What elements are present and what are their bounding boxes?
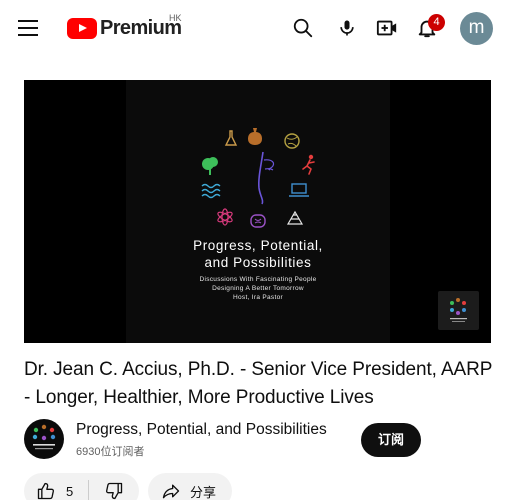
thumbs-down-icon <box>105 482 123 500</box>
menu-icon[interactable] <box>14 14 42 42</box>
subscriber-count: 6930位订阅者 <box>76 446 145 458</box>
thumbs-up-icon <box>37 482 55 500</box>
youtube-premium-logo[interactable]: Premium <box>67 16 182 40</box>
like-count: 5 <box>66 483 74 499</box>
channel-name[interactable]: Progress, Potential, and Possibilities <box>76 421 327 439</box>
video-player[interactable]: Progress, Potential, and Possibilities D… <box>24 80 491 343</box>
youtube-play-logo-icon <box>67 17 97 39</box>
video-thumbnail: Progress, Potential, and Possibilities D… <box>126 80 390 343</box>
top-bar: Premium HK 4 m <box>0 0 515 56</box>
thumbnail-host-line: Host, Ira Pastor <box>233 294 283 301</box>
search-icon[interactable] <box>289 14 317 42</box>
account-avatar[interactable]: m <box>460 12 493 45</box>
like-button[interactable]: 5 <box>24 473 88 500</box>
thumbnail-artwork <box>201 128 315 228</box>
share-icon <box>162 484 180 499</box>
channel-avatar[interactable] <box>24 419 64 459</box>
subscribe-button[interactable]: 订阅 <box>361 423 421 457</box>
like-dislike-group: 5 <box>24 473 139 500</box>
video-title: Dr. Jean C. Accius, Ph.D. - Senior Vice … <box>24 359 492 408</box>
create-icon[interactable] <box>373 14 401 42</box>
dislike-button[interactable] <box>89 473 139 500</box>
share-button[interactable]: 分享 <box>148 473 232 500</box>
mic-icon[interactable] <box>333 14 361 42</box>
region-code: HK <box>169 13 182 23</box>
thumbnail-title-line2: and Possibilities <box>204 255 312 270</box>
thumbnail-title-line1: Progress, Potential, <box>193 238 323 253</box>
thumbnail-subtitle-line2: Designing A Better Tomorrow <box>212 285 304 292</box>
thumbnail-subtitle-line1: Discussions With Fascinating People <box>199 276 317 283</box>
channel-watermark[interactable] <box>438 291 479 330</box>
share-label: 分享 <box>190 484 217 500</box>
notification-badge: 4 <box>428 14 445 31</box>
